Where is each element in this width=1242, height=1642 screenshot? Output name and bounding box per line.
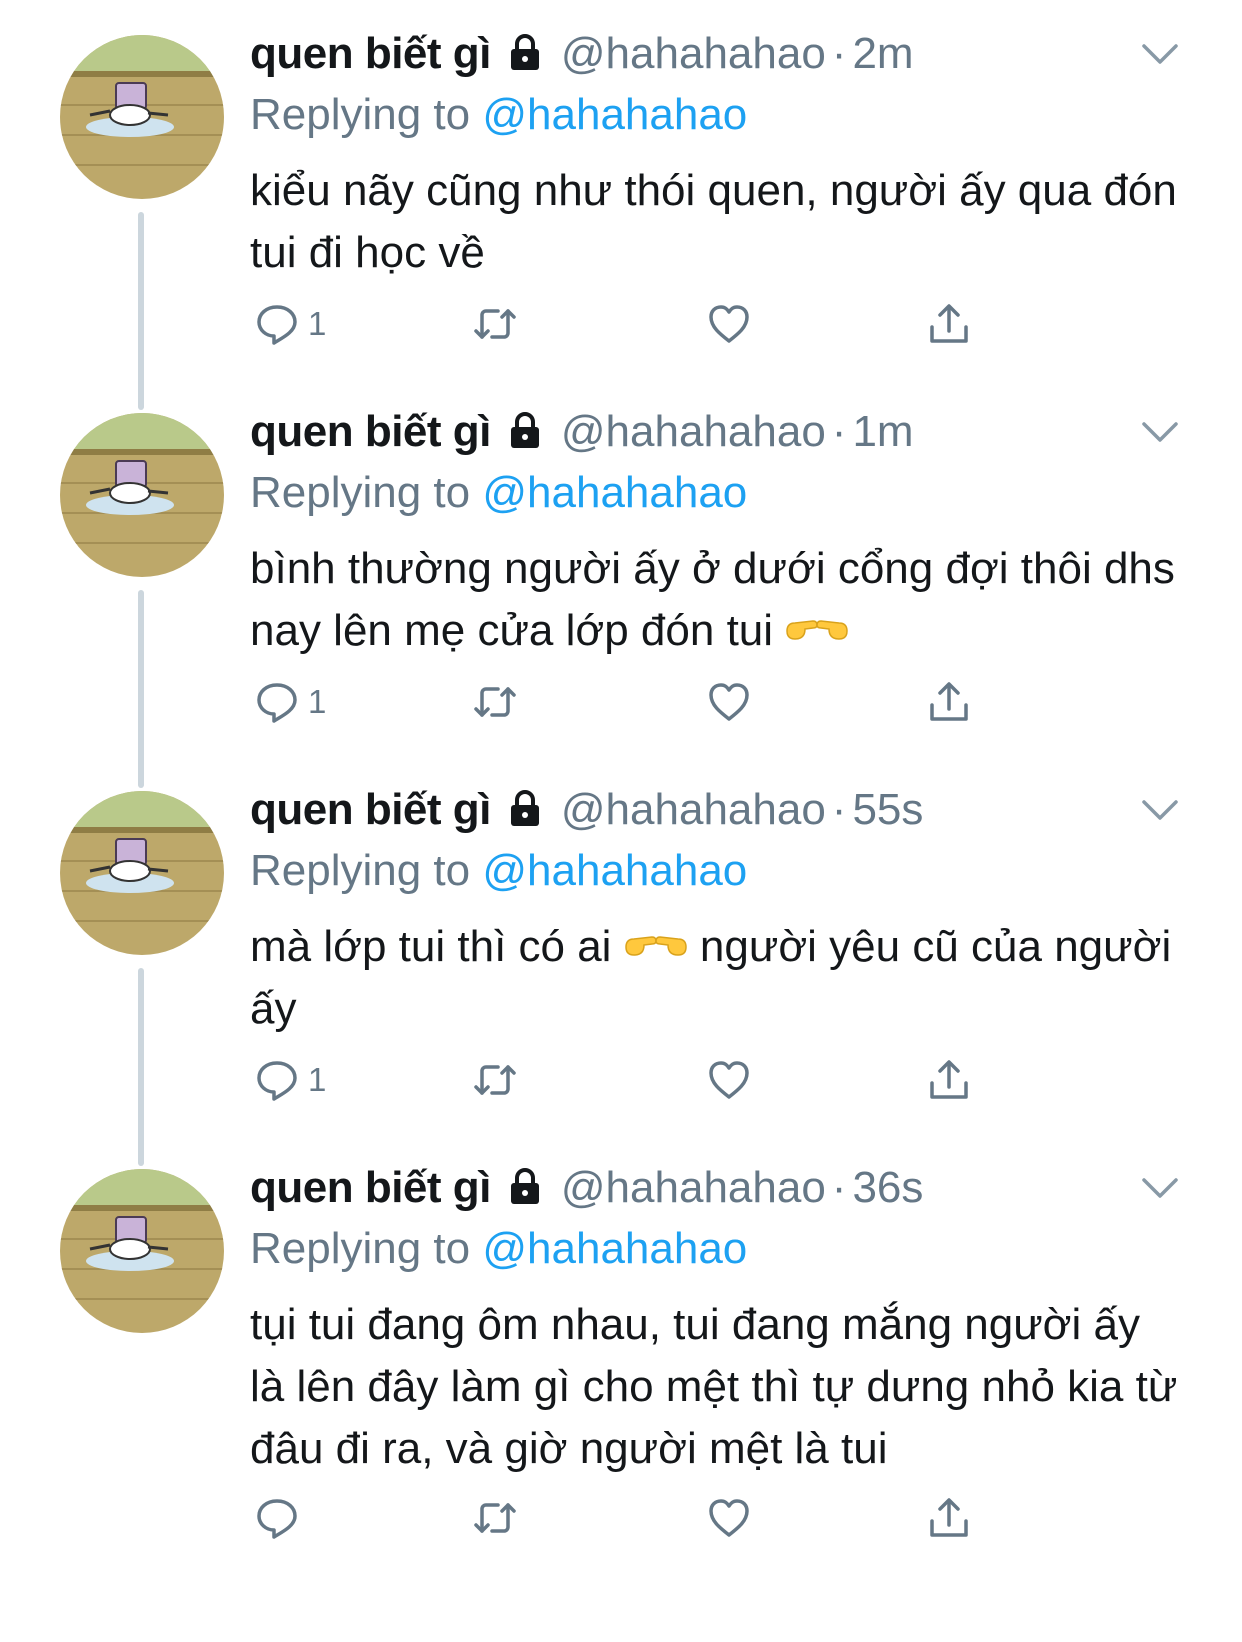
reply-icon <box>257 1061 297 1101</box>
replying-to-handle[interactable]: @hahahahao <box>482 468 747 517</box>
like-button[interactable] <box>706 1052 752 1108</box>
like-button[interactable] <box>706 674 752 730</box>
timestamp[interactable]: 36s <box>852 1163 923 1213</box>
timestamp[interactable]: 2m <box>852 29 913 79</box>
tweet-text: kiểu nãy cũng như thói quen, người ấy qu… <box>250 160 1180 284</box>
reply-icon <box>257 305 297 345</box>
tweet-text-part: mà lớp tui thì có ai <box>250 922 612 971</box>
share-button[interactable] <box>926 1052 972 1108</box>
chevron-down-icon[interactable] <box>1140 798 1180 824</box>
user-handle[interactable]: @hahahahao <box>561 29 826 79</box>
pointing-hands-emoji <box>624 920 688 960</box>
chevron-down-icon[interactable] <box>1140 1176 1180 1202</box>
heart-icon <box>709 683 749 721</box>
retweet-icon <box>474 1503 516 1533</box>
separator: · <box>831 1163 847 1212</box>
like-button[interactable] <box>706 1490 752 1546</box>
share-button[interactable] <box>926 674 972 730</box>
replying-to-handle[interactable]: @hahahahao <box>482 90 747 139</box>
tweet-actions <box>250 1490 990 1546</box>
tweet-thread: quen biết gì @hahahahao · 2m Replying to… <box>0 0 1242 1642</box>
tweet-text-part: tụi tui đang ôm nhau, tui đang mắng ngườ… <box>250 1300 1178 1473</box>
tweet-text-part: kiểu nãy cũng như thói quen, người ấy qu… <box>250 166 1177 277</box>
tweet-text: mà lớp tui thì có ai người yêu cũ của ng… <box>250 916 1180 1040</box>
retweet-button[interactable] <box>472 674 518 730</box>
lock-icon <box>505 410 545 450</box>
share-icon <box>930 1060 968 1099</box>
tweet[interactable]: quen biết gì @hahahahao · 1m Replying to… <box>0 378 1242 788</box>
tweet[interactable]: quen biết gì @hahahahao · 2m Replying to… <box>0 0 1242 410</box>
tweet-actions: 1 <box>250 1052 990 1108</box>
avatar[interactable] <box>60 1169 224 1333</box>
heart-icon <box>709 1499 749 1537</box>
reply-button[interactable]: 1 <box>254 674 326 730</box>
retweet-button[interactable] <box>472 1490 518 1546</box>
chevron-down-icon[interactable] <box>1140 420 1180 446</box>
reply-button[interactable]: 1 <box>254 1052 326 1108</box>
reply-count: 1 <box>308 683 327 720</box>
reply-button[interactable] <box>254 1490 308 1546</box>
retweet-icon <box>474 1065 516 1095</box>
lock-icon <box>505 1166 545 1206</box>
tweet-header: quen biết gì @hahahahao · 36s <box>250 1162 923 1222</box>
retweet-icon <box>474 687 516 717</box>
tweet-actions: 1 <box>250 674 990 730</box>
replying-to: Replying to @hahahahao <box>250 1224 747 1274</box>
tweet-text: tụi tui đang ôm nhau, tui đang mắng ngườ… <box>250 1294 1180 1480</box>
timestamp[interactable]: 1m <box>852 407 913 457</box>
reply-icon <box>257 1499 297 1539</box>
user-handle[interactable]: @hahahahao <box>561 407 826 457</box>
share-button[interactable] <box>926 1490 972 1546</box>
share-icon <box>930 304 968 343</box>
display-name[interactable]: quen biết gì <box>250 1163 491 1213</box>
replying-to-label: Replying to <box>250 90 471 139</box>
reply-button[interactable]: 1 <box>254 296 326 352</box>
avatar[interactable] <box>60 791 224 955</box>
heart-icon <box>709 1061 749 1099</box>
replying-to: Replying to @hahahahao <box>250 846 747 896</box>
chevron-down-icon[interactable] <box>1140 42 1180 68</box>
retweet-icon <box>474 309 516 339</box>
display-name[interactable]: quen biết gì <box>250 785 491 835</box>
tweet-header: quen biết gì @hahahahao · 55s <box>250 784 923 844</box>
tweet-header: quen biết gì @hahahahao · 1m <box>250 406 914 466</box>
retweet-button[interactable] <box>472 1052 518 1108</box>
lock-icon <box>505 788 545 828</box>
avatar[interactable] <box>60 413 224 577</box>
share-icon <box>930 682 968 721</box>
tweet-actions: 1 <box>250 296 990 352</box>
separator: · <box>831 29 847 78</box>
replying-to: Replying to @hahahahao <box>250 468 747 518</box>
timestamp[interactable]: 55s <box>852 785 923 835</box>
user-handle[interactable]: @hahahahao <box>561 1163 826 1213</box>
heart-icon <box>709 305 749 343</box>
user-handle[interactable]: @hahahahao <box>561 785 826 835</box>
lock-icon <box>505 32 545 72</box>
replying-to: Replying to @hahahahao <box>250 90 747 140</box>
tweet[interactable]: quen biết gì @hahahahao · 55s Replying t… <box>0 756 1242 1166</box>
replying-to-label: Replying to <box>250 468 471 517</box>
reply-count: 1 <box>308 305 327 342</box>
replying-to-label: Replying to <box>250 846 471 895</box>
replying-to-label: Replying to <box>250 1224 471 1273</box>
reply-icon <box>257 683 297 723</box>
share-button[interactable] <box>926 296 972 352</box>
share-icon <box>930 1498 968 1537</box>
separator: · <box>831 407 847 456</box>
reply-count: 1 <box>308 1061 327 1098</box>
tweet-text-part: bình thường người ấy ở dưới cổng đợi thô… <box>250 544 1175 655</box>
avatar[interactable] <box>60 35 224 199</box>
tweet-text: bình thường người ấy ở dưới cổng đợi thô… <box>250 538 1180 662</box>
pointing-hands-emoji <box>785 604 849 644</box>
tweet-header: quen biết gì @hahahahao · 2m <box>250 28 914 88</box>
retweet-button[interactable] <box>472 296 518 352</box>
separator: · <box>831 785 847 834</box>
tweet[interactable]: quen biết gì @hahahahao · 36s Replying t… <box>0 1134 1242 1642</box>
like-button[interactable] <box>706 296 752 352</box>
replying-to-handle[interactable]: @hahahahao <box>482 846 747 895</box>
display-name[interactable]: quen biết gì <box>250 407 491 457</box>
display-name[interactable]: quen biết gì <box>250 29 491 79</box>
replying-to-handle[interactable]: @hahahahao <box>482 1224 747 1273</box>
